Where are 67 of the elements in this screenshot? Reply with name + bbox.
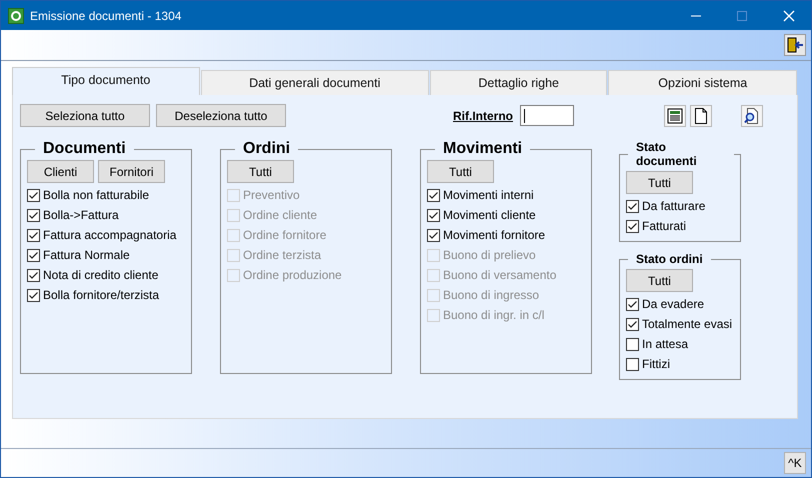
checkbox-label: Preventivo [243,188,300,202]
checkbox-label: Movimenti interni [443,188,534,202]
checkbox[interactable] [427,188,440,202]
group-title: Stato ordini [635,252,704,266]
select-button[interactable]: Deseleziona tutto [156,104,286,127]
filter-button[interactable]: Tutti [227,160,294,183]
search-icon[interactable] [741,104,763,126]
checkbox-label: Fatturati [642,219,686,233]
checkbox[interactable] [27,188,40,202]
filter-button[interactable]: Tutti [626,269,693,292]
tab[interactable]: Dettaglio righe [430,70,608,95]
checkbox-label: Buono di ingr. in c/l [443,308,544,322]
checkbox[interactable] [626,358,639,370]
checkbox[interactable] [27,268,40,282]
checkbox-label: Nota di credito cliente [43,268,158,282]
checkbox-label: Fittizi [642,357,670,371]
filter-button[interactable]: Tutti [427,160,494,183]
tab[interactable]: Opzioni sistema [608,70,797,95]
app-icon [8,8,24,24]
checkbox[interactable] [626,338,639,350]
close-icon[interactable] [783,10,795,22]
door-arrow-icon [786,36,804,54]
group-title: Movimenti [442,140,524,158]
tab[interactable]: Dati generali documenti [200,70,429,95]
checkbox[interactable] [626,298,639,310]
checkbox-label: Buono di versamento [443,268,556,282]
checkbox-label: Movimenti cliente [443,208,536,222]
checkbox-label: Buono di prelievo [443,248,536,262]
checkbox-label: Ordine fornitore [243,228,326,242]
checkbox-label: Movimenti fornitore [443,228,546,242]
checkbox-label: Da fatturare [642,199,706,213]
group-title: Ordini [242,140,292,158]
checkbox-label: Ordine terzista [243,248,322,262]
checkbox[interactable] [626,220,639,232]
checkbox-label: Fattura Normale [43,248,130,262]
field-label: Rif.Interno [453,108,513,122]
checkbox-label: In attesa [642,337,688,351]
checkbox[interactable] [27,208,40,222]
checkbox[interactable] [626,318,639,330]
checkbox[interactable] [626,200,639,212]
checkbox-label: Bolla fornitore/terzista [43,288,160,302]
checkbox-label: Buono di ingresso [443,288,540,302]
exit-button[interactable] [784,34,806,56]
filter-button[interactable]: Tutti [626,171,693,194]
list-icon[interactable] [664,104,686,126]
window-title: Emissione documenti - 1304 [30,8,182,22]
input-field[interactable] [520,105,574,126]
checkbox-label: Ordine cliente [243,208,318,222]
checkbox-label: Bolla non fatturabile [43,188,150,202]
select-button[interactable]: Seleziona tutto [20,104,150,127]
checkbox-label: Da evadere [642,297,704,311]
group-title: Documenti [42,140,127,158]
checkbox[interactable] [27,248,40,262]
filter-button[interactable]: Fornitori [98,160,165,183]
group-title: Stato documenti [635,140,698,168]
checkbox[interactable] [27,228,40,242]
checkbox[interactable] [427,228,440,242]
checkbox-label: Fattura accompagnatoria [43,228,176,242]
checkbox[interactable] [27,288,40,302]
shortcut-button[interactable]: ^K [784,452,806,474]
checkbox-label: Ordine produzione [243,268,342,282]
tab[interactable]: Tipo documento [12,67,200,95]
filter-button[interactable]: Clienti [27,160,94,183]
document-icon[interactable] [690,104,712,126]
checkbox-label: Totalmente evasi [642,317,732,331]
checkbox[interactable] [427,208,440,222]
checkbox-label: Bolla->Fattura [43,208,119,222]
